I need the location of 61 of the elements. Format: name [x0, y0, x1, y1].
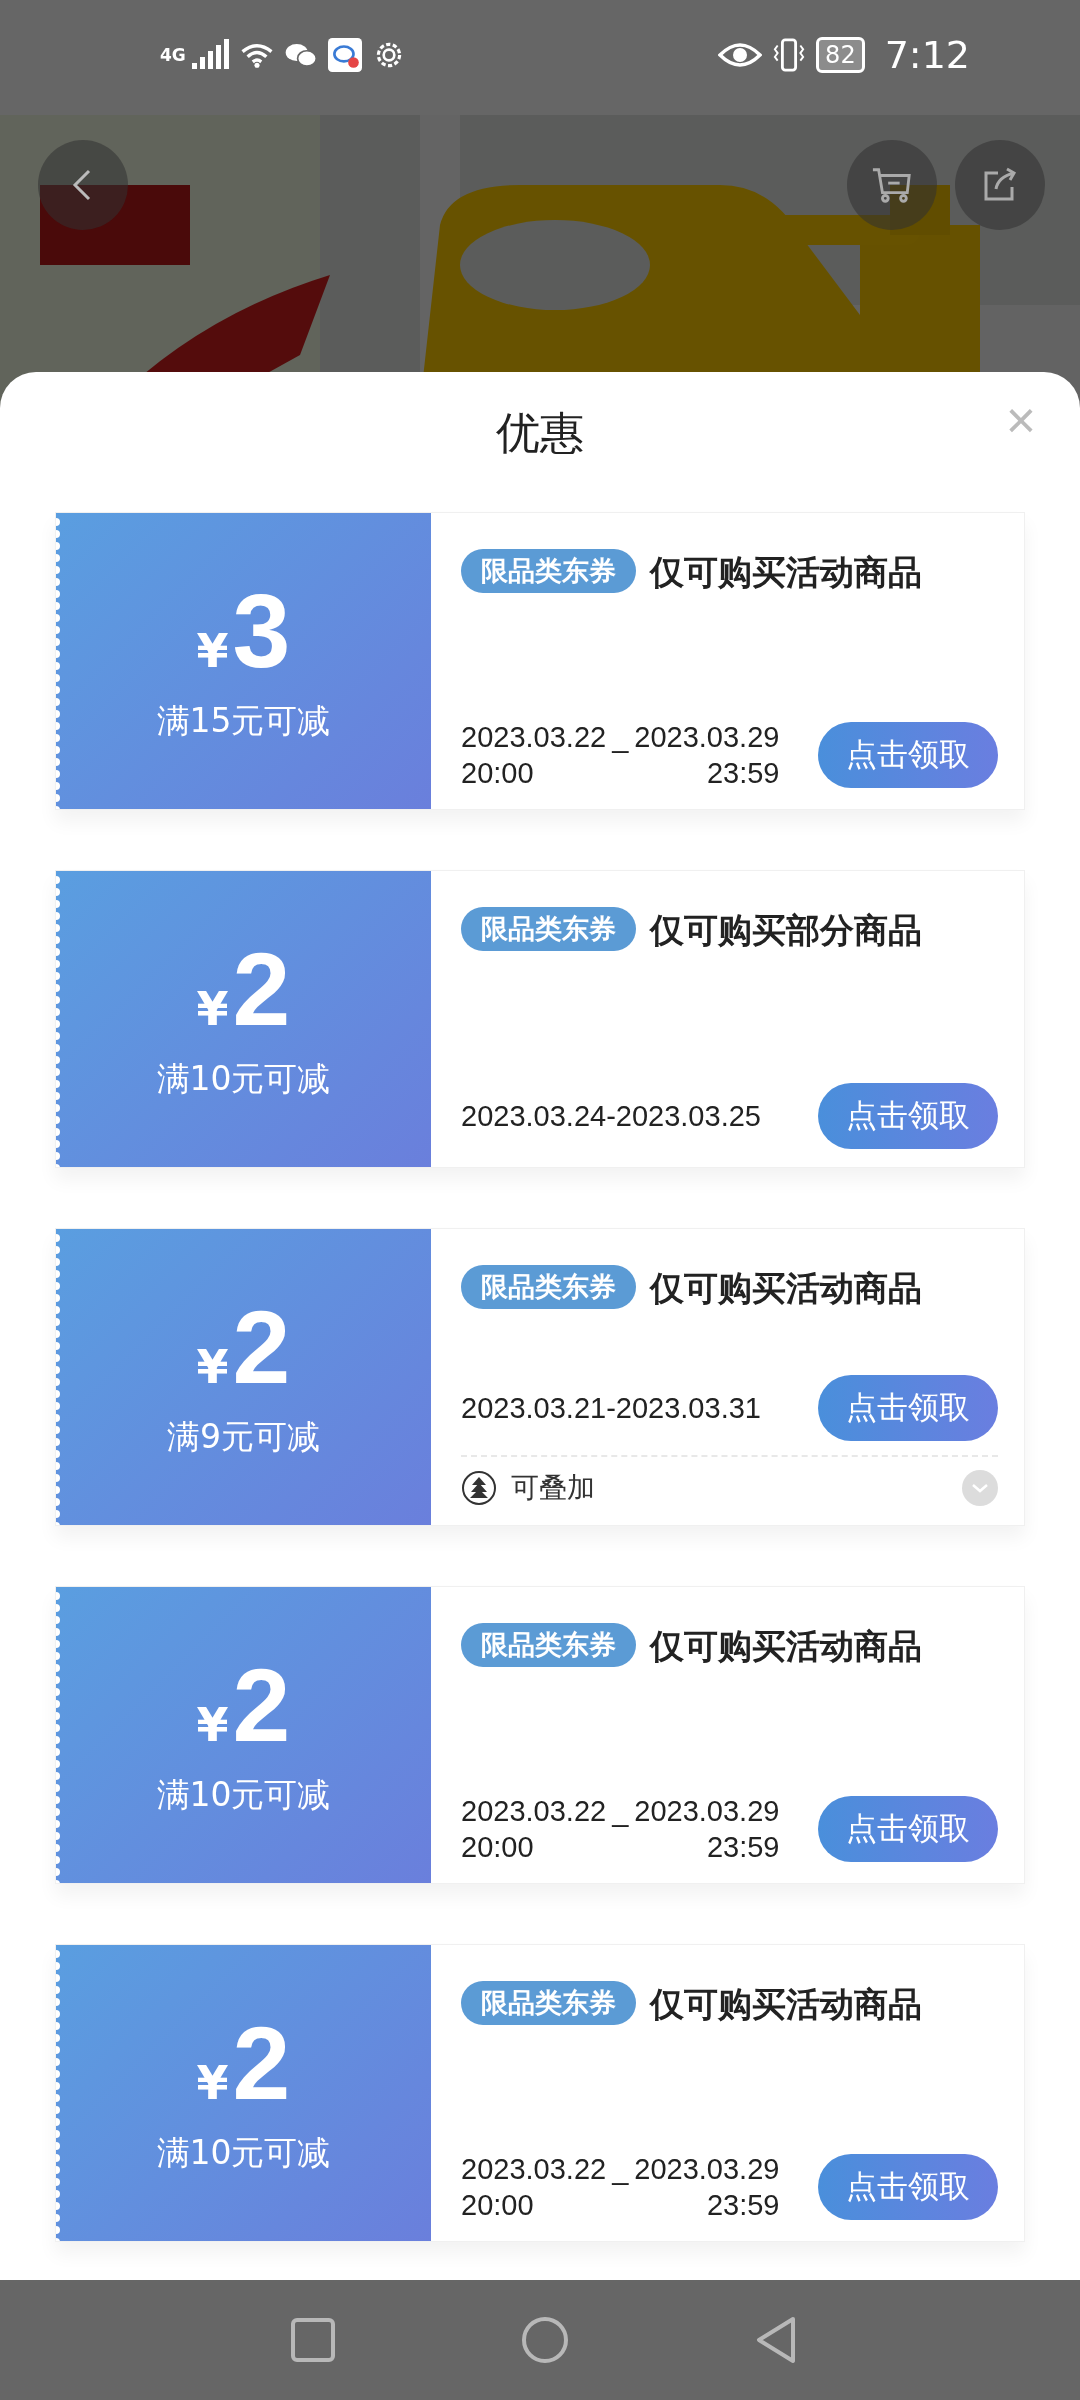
home-button[interactable] — [521, 2316, 569, 2364]
eye-icon — [718, 40, 763, 70]
coupon-tag: 限品类东券 — [461, 1265, 636, 1309]
currency-sign: ¥ — [196, 1340, 229, 1395]
network-label: 4G — [160, 45, 186, 65]
coupon-amount: 3 — [232, 574, 291, 689]
coupon-title: 仅可购买活动商品 — [650, 1984, 922, 2024]
end-date: 2023.03.29 — [634, 720, 780, 755]
currency-sign: ¥ — [196, 1698, 229, 1753]
stackable-label: 可叠加 — [511, 1470, 596, 1506]
coupon-amount: 2 — [232, 1648, 291, 1763]
coupon-title: 仅可购买活动商品 — [650, 552, 922, 592]
end-time: 23:59 — [705, 756, 780, 791]
coupon-title: 仅可购买活动商品 — [650, 1626, 922, 1666]
currency-sign: ¥ — [196, 624, 229, 679]
end-time: 23:59 — [705, 1830, 780, 1865]
close-button[interactable]: × — [997, 390, 1044, 450]
coupon-condition: 满10元可减 — [156, 1773, 331, 1816]
coupon-amount: 2 — [232, 932, 291, 1047]
cart-icon — [871, 165, 913, 205]
validity-dates: 2023.03.24-2023.03.25 — [461, 1099, 761, 1132]
validity-dates: 2023.03.21-2023.03.31 — [461, 1391, 761, 1424]
start-time: 20:00 — [461, 1830, 535, 1865]
claim-button[interactable]: 点击领取 — [818, 2154, 998, 2220]
tree-icon — [461, 1470, 497, 1506]
coupon-amount: 2 — [232, 1290, 291, 1405]
clock-time: 7:12 — [884, 33, 970, 77]
start-date: 2023.03.22 — [461, 2152, 607, 2187]
start-time: 20:00 — [461, 2188, 535, 2223]
start-date: 2023.03.22 — [461, 1794, 607, 1829]
message-app-icon — [327, 38, 362, 72]
coupon-tag: 限品类东券 — [461, 549, 636, 593]
start-date: 2023.03.22 — [461, 720, 607, 755]
end-date: 2023.03.29 — [634, 2152, 780, 2187]
vibrate-icon — [772, 38, 807, 72]
recents-button[interactable] — [289, 2316, 337, 2364]
coupon-amount: 2 — [232, 2006, 291, 2121]
coupon-title: 仅可购买活动商品 — [650, 1268, 922, 1308]
sheet-title: 优惠 — [496, 405, 584, 460]
date-separator: _ — [612, 2152, 629, 2187]
coupon-condition: 满15元可减 — [156, 699, 331, 742]
coupon-title: 仅可购买部分商品 — [650, 910, 922, 950]
coupon-condition: 满9元可减 — [167, 1415, 320, 1458]
date-separator: _ — [612, 1794, 629, 1829]
currency-sign: ¥ — [196, 982, 229, 1037]
end-time: 23:59 — [705, 2188, 780, 2223]
currency-sign: ¥ — [196, 2056, 229, 2111]
end-date: 2023.03.29 — [634, 1794, 780, 1829]
claim-button[interactable]: 点击领取 — [818, 1375, 998, 1441]
coupon-condition: 满10元可减 — [156, 1057, 331, 1100]
coupon-condition: 满10元可减 — [156, 2131, 331, 2174]
coupon-tag: 限品类东券 — [461, 1981, 636, 2025]
claim-button[interactable]: 点击领取 — [818, 722, 998, 788]
claim-button[interactable]: 点击领取 — [818, 1083, 998, 1149]
start-time: 20:00 — [461, 756, 535, 791]
claim-button[interactable]: 点击领取 — [818, 1796, 998, 1862]
battery-indicator: 82 — [816, 37, 865, 73]
coupon-tag: 限品类东券 — [461, 907, 636, 951]
date-separator: _ — [612, 720, 629, 755]
coupon-tag: 限品类东券 — [461, 1623, 636, 1667]
signal-icon — [189, 39, 230, 71]
